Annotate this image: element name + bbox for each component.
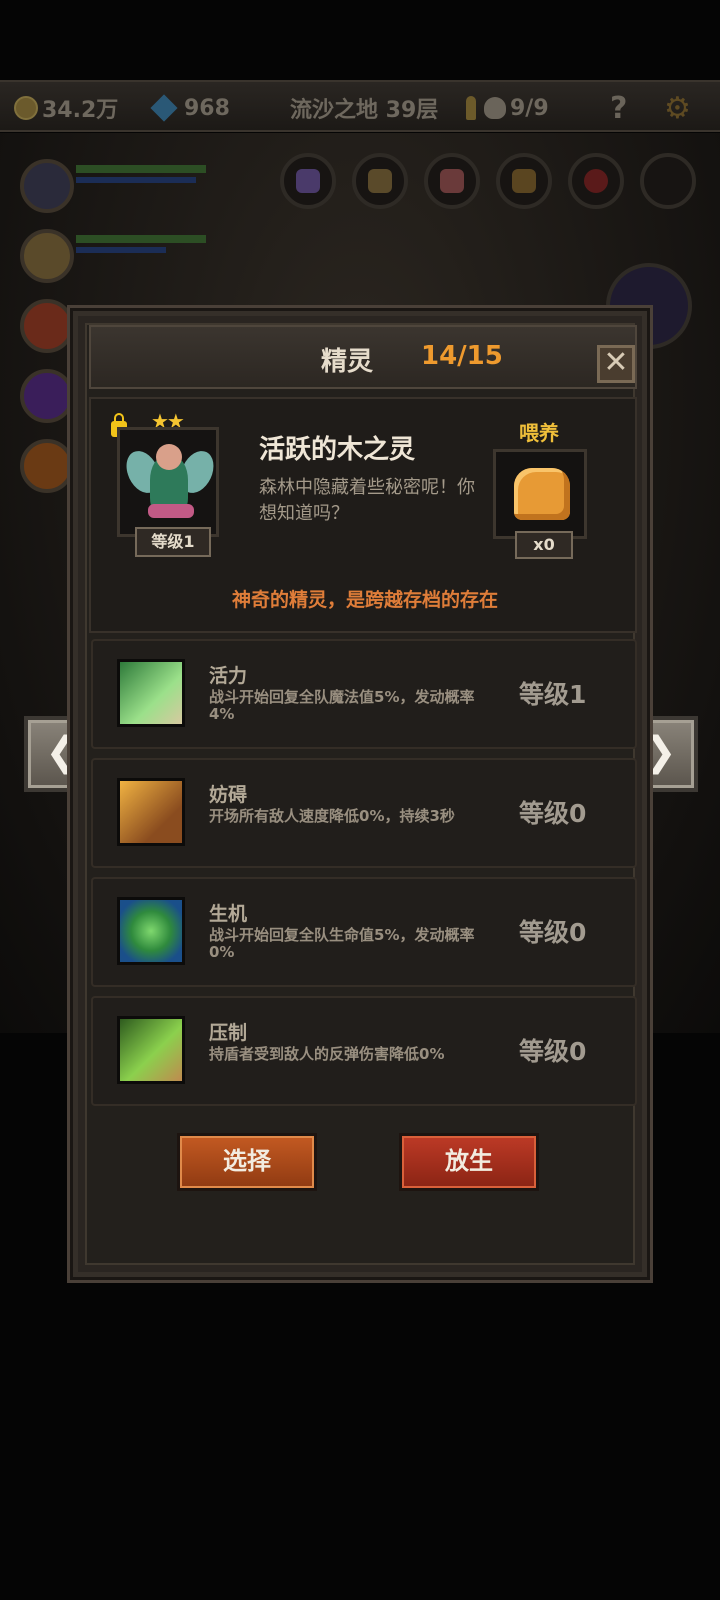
skull-icon [484,97,506,119]
spirit-count: 14/15 [421,341,503,371]
spirit-info-card: ★★ 等级1 活跃的木之灵 森林中隐藏着些秘密呢！你想知道吗？ 喂养 x0 神奇… [89,397,637,633]
spirit-tagline: 神奇的精灵，是跨越存档的存在 [231,589,498,611]
help-icon[interactable]: ? [610,82,627,134]
gear-icon[interactable]: ⚙ [664,82,691,134]
skill-name: 活力 [209,665,248,687]
panel-header: 精灵 14/15 ✕ [89,325,637,389]
feed-count: x0 [515,531,573,559]
hero-hp-bar [76,165,206,173]
hero-portrait [20,439,74,493]
gold-coin-icon [14,96,38,120]
vitality-icon [117,659,185,727]
relic-bread-slot [352,153,408,209]
skill-name: 压制 [209,1022,248,1044]
skill-row[interactable]: 生机 战斗开始回复全队生命值5%，发动概率0% 等级0 [91,877,637,987]
skill-level: 等级0 [519,918,587,947]
close-button[interactable]: ✕ [597,345,635,383]
relic-empty-slot [640,153,696,209]
relic-eye-slot [568,153,624,209]
spirit-panel: 精灵 14/15 ✕ ★★ 等级1 活跃的木之灵 森林中隐藏着些秘密呢！你想知道… [70,308,650,1280]
spirit-portrait [117,427,220,537]
skill-description: 持盾者受到敌人的反弹伤害降低0% [209,1045,445,1063]
hero-mp-bar [76,177,196,183]
fairy-legs [148,504,194,518]
close-icon: ✕ [603,345,629,380]
skill-description: 开场所有敌人速度降低0%，持续3秒 [209,807,455,825]
bread-icon [514,468,570,520]
skill-row[interactable]: 压制 持盾者受到敌人的反弹伤害降低0% 等级0 [91,996,637,1106]
leaf-icon [117,897,185,965]
spirit-description: 森林中隐藏着些秘密呢！你想知道吗？ [259,477,475,524]
skill-level: 等级0 [519,1037,587,1066]
key-icon [466,96,476,120]
relic-pig-slot [424,153,480,209]
relic-bell-slot [496,153,552,209]
hero-portrait [20,159,74,213]
feed-label: 喂养 [519,421,559,445]
spirit-level-tag: 等级1 [135,527,211,557]
top-status-bar: 34.2万 968 流沙之地 39层 9/9 ? ⚙ [0,80,720,132]
skill-row[interactable]: 妨碍 开场所有敌人速度降低0%，持续3秒 等级0 [91,758,637,868]
skill-description: 战斗开始回复全队生命值5%，发动概率0% [209,926,475,961]
feed-slot[interactable] [493,449,587,539]
skill-name: 妨碍 [209,784,248,806]
skill-description: 战斗开始回复全队魔法值5%，发动概率4% [209,688,475,723]
hero-hp-bar [76,235,206,243]
key-skull-counter: 9/9 [466,82,549,134]
gem-counter: 968 [150,82,230,134]
skill-name: 生机 [209,903,248,925]
gold-counter: 34.2万 [14,82,118,134]
gem-icon [150,94,178,122]
hero-portrait [20,299,74,353]
select-button[interactable]: 选择 [177,1133,317,1191]
location-label: 流沙之地 39层 [290,98,439,123]
fairy-head [156,444,182,470]
gem-value: 968 [184,95,230,121]
panel-title: 精灵 [321,347,374,377]
skill-level: 等级1 [519,680,587,709]
hero-portrait [20,229,74,283]
skill-row[interactable]: 活力 战斗开始回复全队魔法值5%，发动概率4% 等级1 [91,639,637,749]
release-button[interactable]: 放生 [399,1133,539,1191]
chain-boot-icon [117,778,185,846]
claw-icon [117,1016,185,1084]
hero-mp-bar [76,247,166,253]
hero-portrait [20,369,74,423]
spirit-name: 活跃的木之灵 [259,435,416,465]
relic-gift-slot [280,153,336,209]
skill-level: 等级0 [519,799,587,828]
skull-value: 9/9 [510,95,549,121]
gold-value: 34.2万 [42,98,119,123]
